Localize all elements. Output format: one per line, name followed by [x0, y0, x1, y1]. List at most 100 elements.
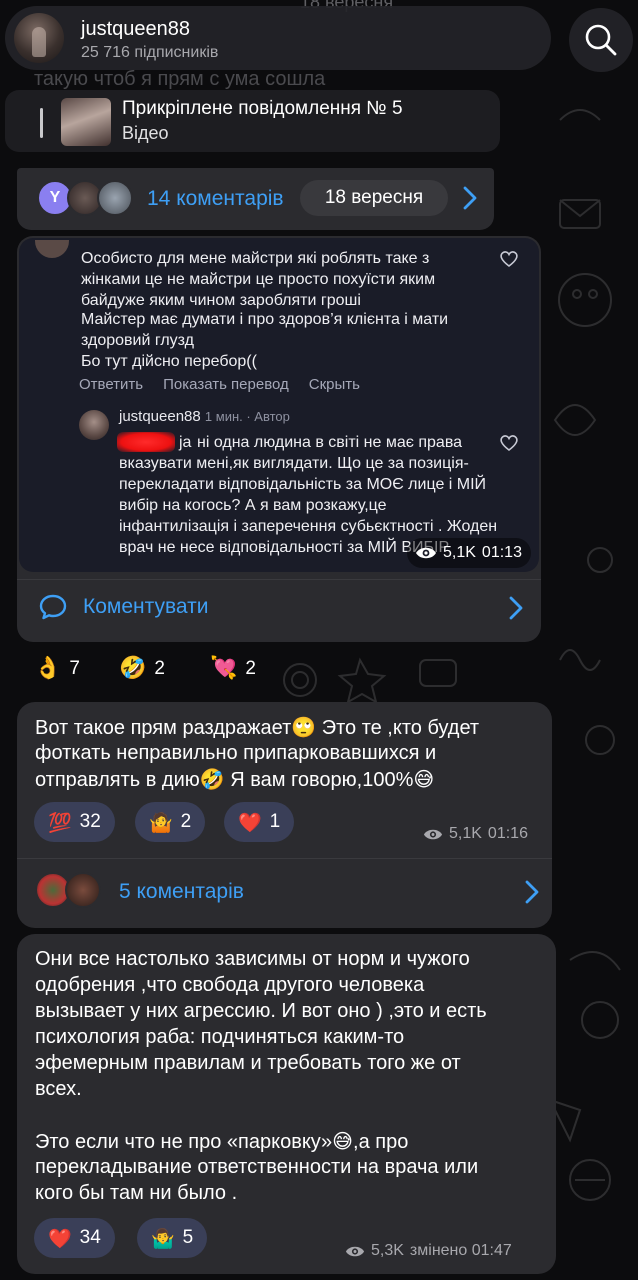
view-count: 5,1K	[443, 544, 476, 561]
reaction-count: 5	[182, 1227, 194, 1248]
reply-author: justqueen88	[119, 408, 201, 425]
video-post[interactable]: Особисто для мене майстри які роблять та…	[17, 236, 541, 642]
message-text: Это те ,кто будет	[316, 717, 480, 739]
commenter-avatar	[65, 872, 101, 908]
channel-header[interactable]: justqueen88 25 716 підписників	[5, 6, 551, 70]
message-meta: 5,3K змінено 01:47	[345, 1242, 512, 1260]
pinned-message[interactable]: Прикріплене повідомлення № 5 Відео	[5, 90, 500, 152]
message-text: Это если что не про «парковку»	[35, 1131, 333, 1153]
comment-paragraph: Бо тут дійсно перебор((	[81, 353, 257, 370]
message-line: Они все настолько зависимы от норм и чуж…	[35, 948, 470, 970]
reaction-item[interactable]: 🤣 2	[119, 656, 165, 681]
reaction-chip[interactable]: ❤️ 34	[34, 1218, 115, 1258]
video-meta: 5,1K 01:13	[407, 538, 531, 568]
message-line: отправлять в дию🤣 Я вам говорю,100%😅	[35, 766, 434, 793]
comment-paragraph: Особисто для мене майстри які роблять та…	[81, 250, 436, 309]
message-line: фоткать неправильно припарковавшихся и	[35, 742, 437, 764]
pinned-indicator	[40, 108, 43, 138]
comment-actions: Ответить Показать перевод Скрыть	[79, 376, 360, 393]
comments-bar[interactable]: Y 14 коментарів 18 вересня	[17, 168, 494, 230]
reaction-emoji: 💘	[210, 656, 238, 681]
message-text: Вот такое прям раздражает	[35, 717, 292, 739]
eye-icon	[416, 547, 436, 559]
search-icon	[585, 24, 617, 56]
speech-bubble-icon	[39, 594, 67, 620]
hide-action[interactable]: Скрыть	[309, 376, 360, 393]
translate-action[interactable]: Показать перевод	[163, 376, 289, 393]
eye-icon	[345, 1246, 365, 1256]
date-pill: 18 вересня	[300, 180, 448, 216]
post-time: 01:13	[481, 544, 522, 561]
subscriber-count: 25 716 підписників	[81, 44, 219, 61]
pinned-thumbnail	[61, 98, 111, 146]
eye-icon	[423, 829, 443, 839]
sweat-smile-emoji: 😅	[332, 1129, 354, 1153]
message-line: психология раба: подчиняться каким-то	[35, 1026, 405, 1048]
message-line: одобрения ,что свобода другого человека	[35, 974, 425, 996]
reaction-count: 2	[154, 657, 165, 679]
sweat-smile-emoji: 😅	[413, 767, 435, 791]
post-time: 01:16	[487, 825, 528, 842]
search-button[interactable]	[569, 8, 633, 72]
divider	[17, 858, 552, 859]
reaction-emoji: 💯	[48, 811, 72, 834]
rolling-eyes-emoji: 🙄	[291, 715, 317, 739]
message-line: эфемерным правилам и требовать того же о…	[35, 1052, 461, 1074]
reply-action[interactable]: Ответить	[79, 376, 143, 393]
reaction-emoji: ❤️	[238, 811, 262, 834]
message-text: ,а про	[353, 1131, 409, 1153]
message-line: вызывает у них агрессию. И вот оно ) ,эт…	[35, 1000, 487, 1022]
commenter-avatar	[35, 240, 69, 258]
reaction-count: 32	[79, 811, 101, 832]
view-count: 5,1K	[449, 825, 482, 842]
reaction-emoji: 🤷	[149, 811, 173, 834]
reaction-emoji: 👌	[34, 656, 62, 681]
edited-time: змінено 01:47	[409, 1242, 512, 1259]
reply-header: justqueen88 1 мин. · Автор	[119, 408, 290, 425]
comments-count-label[interactable]: 14 коментарів	[147, 187, 284, 211]
like-heart-icon[interactable]	[499, 434, 519, 452]
chevron-right-icon	[509, 596, 523, 620]
message-bubble[interactable]: Вот такое прям раздражает🙄 Это те ,кто б…	[17, 702, 552, 928]
video-preview[interactable]: Особисто для мене майстри які роблять та…	[19, 238, 539, 572]
channel-name: justqueen88	[81, 18, 190, 40]
chevron-right-icon	[525, 880, 539, 904]
pinned-title: Прикріплене повідомлення № 5	[122, 98, 403, 119]
comment-button-label: Коментувати	[83, 595, 209, 618]
reply-time: 1 мин. · Автор	[204, 409, 290, 424]
message-line: кого бы там ни было .	[35, 1182, 238, 1204]
message-line: перекладывание ответственности на врача …	[35, 1156, 479, 1178]
reaction-count: 1	[269, 811, 281, 832]
reaction-item[interactable]: 💘 2	[210, 656, 256, 681]
author-avatar	[79, 410, 109, 440]
view-count: 5,3K	[371, 1242, 404, 1259]
divider	[17, 579, 541, 580]
comment-button[interactable]: Коментувати	[39, 594, 208, 620]
reaction-item[interactable]: 👌 7	[34, 656, 80, 681]
reaction-emoji: 🤷‍♂️	[151, 1227, 175, 1250]
message-bubble[interactable]: Они все настолько зависимы от норм и чуж…	[17, 934, 556, 1274]
reaction-count: 34	[79, 1227, 101, 1248]
channel-avatar[interactable]	[14, 13, 64, 63]
reaction-chip[interactable]: 💯 32	[34, 802, 115, 842]
reaction-chip[interactable]: 🤷 2	[135, 802, 206, 842]
reaction-emoji: 🤣	[119, 656, 147, 681]
message-meta: 5,1K 01:16	[423, 825, 528, 843]
message-line: Это если что не про «парковку»😅,а про	[35, 1128, 408, 1155]
message-text: Я вам говорю,100%	[224, 769, 414, 791]
message-text: отправлять в дию	[35, 769, 200, 791]
reaction-count: 7	[69, 657, 80, 679]
reaction-emoji: ❤️	[48, 1227, 72, 1250]
comments-count-label[interactable]: 5 коментарів	[119, 880, 244, 904]
pinned-subtitle: Відео	[122, 123, 169, 143]
message-line: Вот такое прям раздражает🙄 Это те ,кто б…	[35, 714, 479, 741]
chevron-right-icon	[463, 186, 477, 210]
reaction-chip[interactable]: ❤️ 1	[224, 802, 295, 842]
message-line: всех.	[35, 1078, 82, 1100]
comment-paragraph: Майстер має думати і про здоров’я клієнт…	[81, 311, 449, 349]
rofl-emoji: 🤣	[199, 767, 225, 791]
like-heart-icon[interactable]	[499, 250, 519, 268]
commenter-avatar	[97, 180, 133, 216]
reaction-chip[interactable]: 🤷‍♂️ 5	[137, 1218, 208, 1258]
reaction-count: 2	[245, 657, 256, 679]
